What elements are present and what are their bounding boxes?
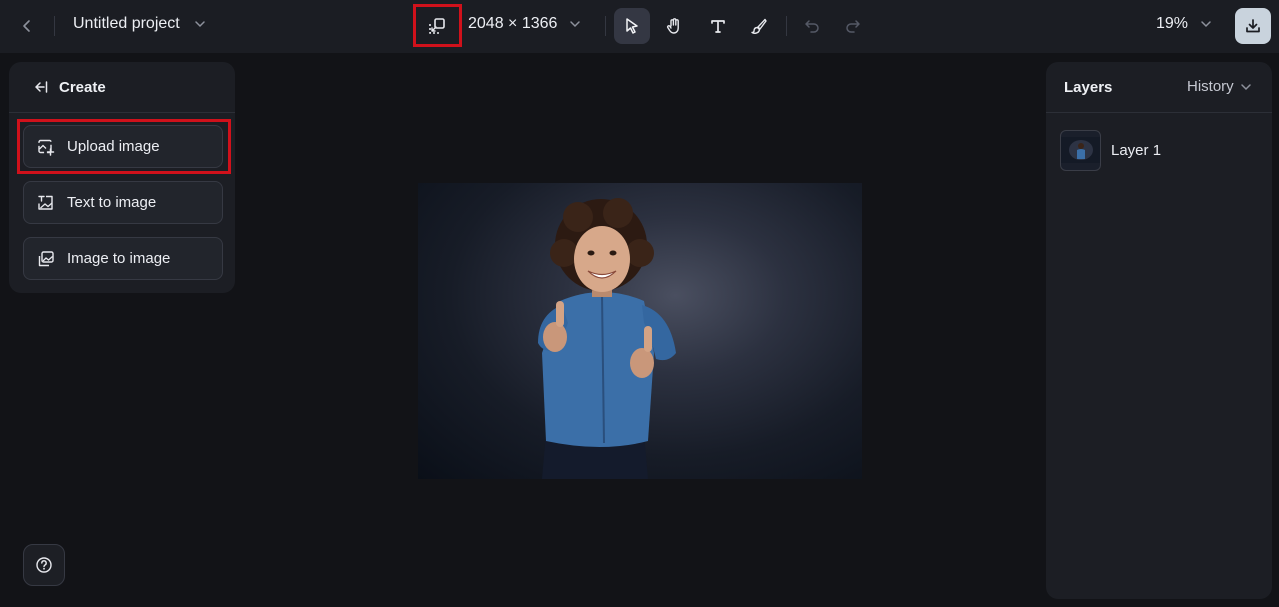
download-button[interactable] [1235,8,1271,44]
layers-panel: Layers History Layer 1 [1046,62,1272,599]
canvas-size-dropdown[interactable]: 2048 × 1366 [468,15,581,33]
image-to-image-icon [38,250,54,266]
brush-tool-button[interactable] [741,8,777,44]
download-icon [1246,19,1260,33]
text-to-image-icon [38,195,53,210]
select-cursor-icon [626,18,638,34]
layers-tab[interactable]: Layers [1064,79,1112,96]
create-panel-header[interactable]: Create [9,62,235,113]
undo-icon [805,20,819,33]
layers-panel-header: Layers History [1046,62,1272,113]
create-panel: Create Upload image Text to image Image … [9,62,235,293]
collapse-left-icon [35,81,48,93]
top-toolbar: Untitled project 2048 × 1366 19% [0,0,1279,53]
divider [54,16,55,36]
layer-thumbnail [1060,129,1101,171]
back-button[interactable] [12,10,42,42]
photo-boy-thumbs-up [538,198,676,479]
select-tool-button[interactable] [614,8,650,44]
image-to-image-button[interactable]: Image to image [23,237,223,280]
canvas-dimensions: 2048 × 1366 [468,15,558,32]
project-title-dropdown[interactable]: Untitled project [73,15,206,33]
brush-icon [751,18,767,34]
text-to-image-button[interactable]: Text to image [23,181,223,224]
help-icon [36,557,52,573]
upload-image-button[interactable]: Upload image [23,125,223,168]
undo-button[interactable] [795,8,829,44]
project-title: Untitled project [73,15,180,32]
create-panel-title: Create [59,78,106,96]
divider [605,16,606,36]
zoom-dropdown[interactable]: 19% [1156,15,1212,33]
help-button[interactable] [23,544,65,586]
layer-name: Layer 1 [1111,141,1162,159]
upload-image-icon [38,139,55,156]
chevron-down-icon [194,21,205,28]
zoom-level: 19% [1156,15,1189,32]
layer-item[interactable]: Layer 1 [1060,128,1258,172]
divider [786,16,787,36]
text-to-image-label: Text to image [67,194,157,211]
text-icon [711,20,725,33]
redo-icon [846,20,860,33]
back-icon [23,20,30,32]
chevron-down-icon [1240,83,1251,90]
upload-image-label: Upload image [67,138,160,155]
image-to-image-label: Image to image [67,250,171,267]
resize-icon [429,18,445,34]
chevron-down-icon [570,21,581,28]
history-dropdown[interactable]: History [1187,78,1252,95]
history-tab-label: History [1187,78,1234,95]
text-tool-button[interactable] [700,8,736,44]
redo-button[interactable] [836,8,870,44]
hand-icon [667,18,679,34]
hand-tool-button[interactable] [656,8,692,44]
chevron-down-icon [1201,21,1211,28]
resize-canvas-button[interactable] [420,9,454,43]
canvas-image[interactable] [418,183,862,479]
